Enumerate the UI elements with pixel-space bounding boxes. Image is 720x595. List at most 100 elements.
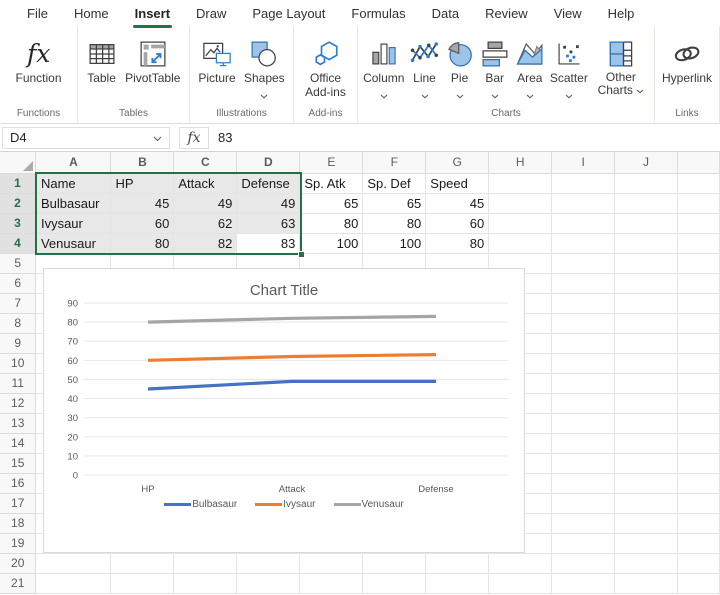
cell-g21[interactable] — [426, 573, 489, 593]
cell-j14[interactable] — [615, 433, 678, 453]
cell-i12[interactable] — [552, 393, 615, 413]
cell-partial[interactable] — [677, 553, 719, 573]
cell-i3[interactable] — [552, 213, 615, 233]
area-chart-button[interactable]: Area — [513, 26, 547, 102]
cell-b3[interactable]: 60 — [111, 213, 174, 233]
cell-i15[interactable] — [552, 453, 615, 473]
cell-i17[interactable] — [552, 493, 615, 513]
cell-i20[interactable] — [552, 553, 615, 573]
cell-b21[interactable] — [111, 573, 174, 593]
cell-j5[interactable] — [615, 253, 678, 273]
cell-c1[interactable]: Attack — [174, 173, 237, 193]
column-header-d[interactable]: D — [237, 152, 300, 173]
cell-j9[interactable] — [615, 333, 678, 353]
cell-d3[interactable]: 63 — [237, 213, 300, 233]
cell-i8[interactable] — [552, 313, 615, 333]
column-header-partial[interactable] — [677, 152, 719, 173]
series-line-bulbasaur[interactable] — [148, 381, 436, 389]
table-button[interactable]: Table — [85, 26, 119, 85]
cell-j1[interactable] — [615, 173, 678, 193]
cell-j7[interactable] — [615, 293, 678, 313]
row-header-11[interactable]: 11 — [0, 373, 36, 393]
cell-i16[interactable] — [552, 473, 615, 493]
cell-d1[interactable]: Defense — [237, 173, 300, 193]
cell-j11[interactable] — [615, 373, 678, 393]
cell-e2[interactable]: 65 — [300, 193, 363, 213]
tab-formulas[interactable]: Formulas — [338, 1, 418, 26]
cell-g1[interactable]: Speed — [426, 173, 489, 193]
column-header-c[interactable]: C — [174, 152, 237, 173]
insert-function-button[interactable]: fx — [179, 127, 209, 149]
cell-partial[interactable] — [677, 353, 719, 373]
series-line-ivysaur[interactable] — [148, 355, 436, 361]
column-header-g[interactable]: G — [426, 152, 489, 173]
cell-h3[interactable] — [489, 213, 552, 233]
row-header-17[interactable]: 17 — [0, 493, 36, 513]
line-chart-button[interactable]: Line — [408, 26, 442, 102]
cell-j16[interactable] — [615, 473, 678, 493]
column-header-a[interactable]: A — [36, 152, 111, 173]
cell-partial[interactable] — [677, 413, 719, 433]
cell-h2[interactable] — [489, 193, 552, 213]
cell-j8[interactable] — [615, 313, 678, 333]
cell-j6[interactable] — [615, 273, 678, 293]
embedded-chart[interactable]: Chart Title 0102030405060708090HPAttackD… — [43, 268, 525, 553]
row-header-15[interactable]: 15 — [0, 453, 36, 473]
tab-draw[interactable]: Draw — [183, 1, 239, 26]
series-line-venusaur[interactable] — [148, 316, 436, 322]
cell-f21[interactable] — [363, 573, 426, 593]
cell-d4[interactable]: 83 — [237, 233, 300, 253]
cell-a4[interactable]: Venusaur — [36, 233, 111, 253]
cell-i6[interactable] — [552, 273, 615, 293]
cell-partial[interactable] — [677, 573, 719, 593]
cell-j18[interactable] — [615, 513, 678, 533]
cell-partial[interactable] — [677, 273, 719, 293]
cell-d21[interactable] — [237, 573, 300, 593]
tab-view[interactable]: View — [541, 1, 595, 26]
cell-partial[interactable] — [677, 333, 719, 353]
cell-partial[interactable] — [677, 393, 719, 413]
cell-c2[interactable]: 49 — [174, 193, 237, 213]
tab-insert[interactable]: Insert — [122, 1, 183, 26]
cell-i4[interactable] — [552, 233, 615, 253]
cell-d20[interactable] — [237, 553, 300, 573]
row-header-21[interactable]: 21 — [0, 573, 36, 593]
cell-h4[interactable] — [489, 233, 552, 253]
cell-partial[interactable] — [677, 173, 719, 193]
cell-i1[interactable] — [552, 173, 615, 193]
cell-j12[interactable] — [615, 393, 678, 413]
cell-j10[interactable] — [615, 353, 678, 373]
cell-i19[interactable] — [552, 533, 615, 553]
cell-a1[interactable]: Name — [36, 173, 111, 193]
row-header-14[interactable]: 14 — [0, 433, 36, 453]
cell-c4[interactable]: 82 — [174, 233, 237, 253]
cell-partial[interactable] — [677, 373, 719, 393]
cell-i18[interactable] — [552, 513, 615, 533]
row-header-9[interactable]: 9 — [0, 333, 36, 353]
cell-i2[interactable] — [552, 193, 615, 213]
cell-d2[interactable]: 49 — [237, 193, 300, 213]
other-charts-button[interactable]: Other Charts — [591, 26, 651, 97]
column-header-f[interactable]: F — [363, 152, 426, 173]
cell-partial[interactable] — [677, 473, 719, 493]
function-button[interactable]: fx Function — [13, 26, 63, 85]
cell-i9[interactable] — [552, 333, 615, 353]
cell-g20[interactable] — [426, 553, 489, 573]
row-header-13[interactable]: 13 — [0, 413, 36, 433]
cell-e1[interactable]: Sp. Atk — [300, 173, 363, 193]
cell-g2[interactable]: 45 — [426, 193, 489, 213]
select-all-corner[interactable] — [0, 152, 36, 173]
picture-button[interactable]: Picture — [196, 26, 237, 85]
tab-file[interactable]: File — [14, 1, 61, 26]
tab-help[interactable]: Help — [595, 1, 648, 26]
shapes-button[interactable]: Shapes — [242, 26, 287, 102]
cell-partial[interactable] — [677, 453, 719, 473]
cell-partial[interactable] — [677, 513, 719, 533]
column-header-b[interactable]: B — [111, 152, 174, 173]
cell-g3[interactable]: 60 — [426, 213, 489, 233]
column-header-j[interactable]: J — [615, 152, 678, 173]
row-header-8[interactable]: 8 — [0, 313, 36, 333]
row-header-20[interactable]: 20 — [0, 553, 36, 573]
cell-i21[interactable] — [552, 573, 615, 593]
tab-review[interactable]: Review — [472, 1, 541, 26]
